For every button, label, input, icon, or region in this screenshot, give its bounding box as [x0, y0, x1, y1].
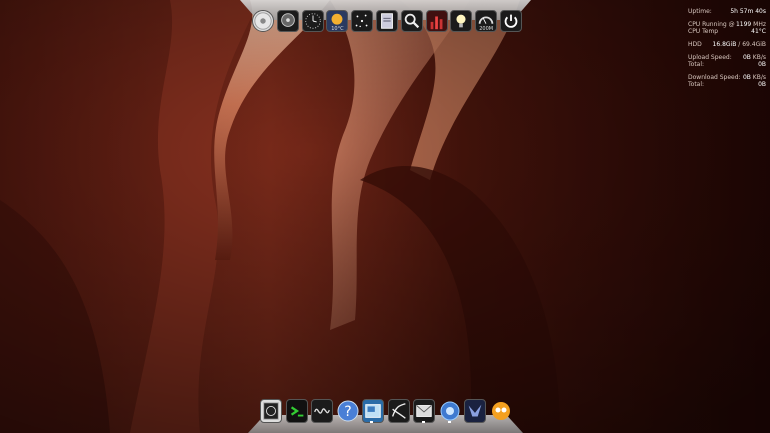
- hdd-row: HDD 16.8GiB / 69.4GiB: [688, 41, 766, 48]
- svg-text:?: ?: [344, 404, 351, 420]
- hdd-total: 69.4GiB: [742, 41, 766, 48]
- upload-row: Upload Speed: 0B KB/s: [688, 54, 766, 61]
- help-icon[interactable]: ?: [337, 399, 359, 423]
- cd-icon[interactable]: [252, 10, 274, 32]
- cpu-running-row: CPU Running @ 1199 MHz: [688, 21, 766, 28]
- hard-drive-icon[interactable]: [276, 10, 299, 32]
- clock-icon[interactable]: [301, 10, 324, 32]
- magnifier-icon[interactable]: [400, 10, 423, 32]
- ram-gauge-label: 200M: [479, 26, 494, 32]
- audio-editor-icon[interactable]: [387, 399, 410, 423]
- uptime-value: 5h 57m 40s: [730, 8, 766, 15]
- mail-icon[interactable]: [413, 399, 436, 423]
- top-dock: 10°C 200M: [240, 0, 531, 40]
- cpu-meter-icon[interactable]: [425, 10, 448, 32]
- starfield-icon[interactable]: [351, 10, 374, 32]
- running-indicator: [422, 421, 425, 423]
- running-indicator: [370, 421, 373, 423]
- bottom-dock: ?: [248, 395, 523, 433]
- download-unit: KB/s: [752, 74, 766, 81]
- waveform-icon[interactable]: [311, 399, 334, 423]
- download-total-row: Total: 0B: [688, 81, 766, 88]
- download-label: Download Speed:: [688, 74, 741, 81]
- uptime-label: Uptime:: [688, 8, 712, 15]
- browser-icon[interactable]: [439, 399, 461, 423]
- hdd-sep: /: [738, 41, 741, 48]
- upload-total-value: 0B: [758, 61, 766, 68]
- weather-label: 10°C: [331, 26, 344, 32]
- document-icon[interactable]: [375, 10, 398, 32]
- cpu-running-unit: MHz: [753, 21, 766, 28]
- upload-label: Upload Speed:: [688, 54, 732, 61]
- cpu-temp-label: CPU Temp: [688, 28, 719, 35]
- terminal-icon[interactable]: [285, 399, 308, 423]
- power-icon[interactable]: [499, 10, 522, 32]
- conky-system-monitor: Uptime: 5h 57m 40s CPU Running @ 1199 MH…: [688, 8, 766, 88]
- system-monitor-icon[interactable]: [260, 399, 282, 423]
- download-row: Download Speed: 0B KB/s: [688, 74, 766, 81]
- cpu-temp-value: 41°C: [751, 28, 766, 35]
- upload-unit: KB/s: [752, 54, 766, 61]
- download-total-label: Total:: [688, 81, 705, 88]
- weather-icon[interactable]: 10°C: [326, 10, 349, 32]
- hdd-label: HDD: [688, 41, 702, 48]
- upload-total-label: Total:: [688, 61, 705, 68]
- bird-icon[interactable]: [464, 399, 487, 423]
- uptime-row: Uptime: 5h 57m 40s: [688, 8, 766, 15]
- upload-value: 0B: [742, 54, 751, 61]
- cpu-temp-row: CPU Temp 41°C: [688, 28, 766, 35]
- desktop-wallpaper: [0, 0, 770, 433]
- cpu-running-label: CPU Running @: [688, 21, 735, 28]
- download-total-value: 0B: [758, 81, 766, 88]
- ram-gauge-icon[interactable]: 200M: [475, 10, 498, 32]
- cpu-running-value: 1199: [735, 21, 752, 28]
- hdd-used: 16.8GiB: [712, 41, 737, 48]
- upload-total-row: Total: 0B: [688, 61, 766, 68]
- download-value: 0B: [742, 74, 751, 81]
- media-icon[interactable]: [490, 399, 512, 423]
- running-indicator: [448, 421, 451, 423]
- image-viewer-icon[interactable]: [362, 399, 385, 423]
- lightbulb-icon[interactable]: [450, 10, 473, 32]
